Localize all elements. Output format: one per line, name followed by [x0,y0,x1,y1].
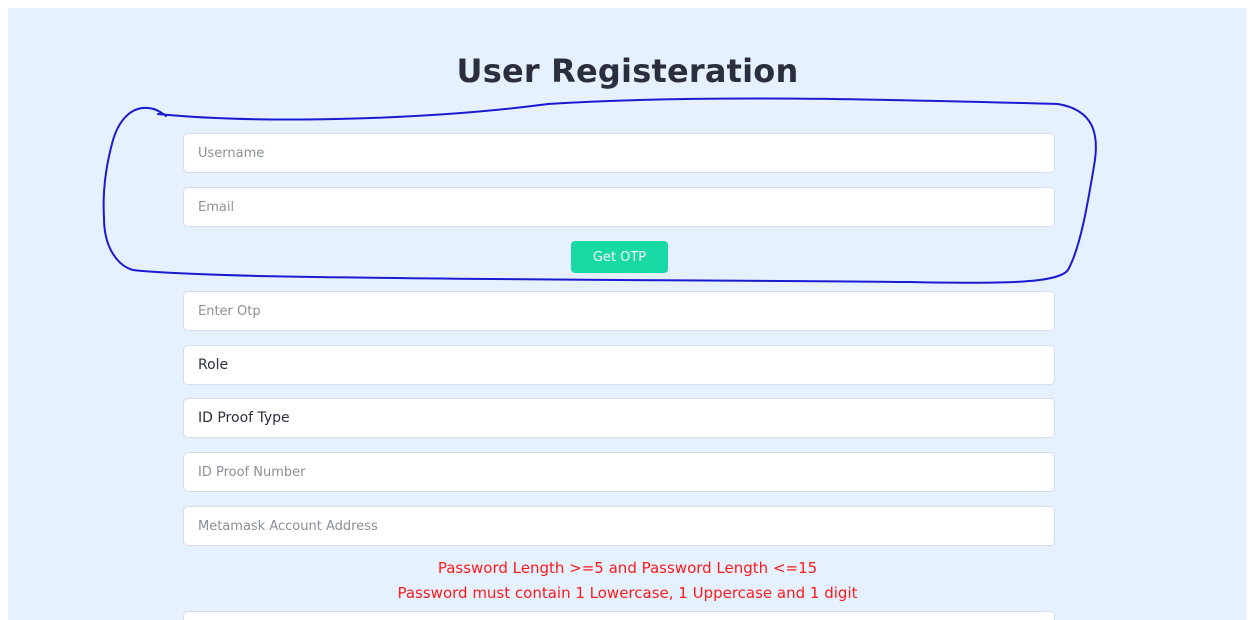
id-proof-number-input[interactable] [183,452,1055,492]
email-input[interactable] [183,187,1055,227]
get-otp-button[interactable]: Get OTP [571,241,668,273]
password-length-rule: Password Length >=5 and Password Length … [437,559,818,577]
id-proof-type-select[interactable]: ID Proof Type [183,398,1055,438]
role-select[interactable]: Role [183,345,1055,385]
metamask-address-input[interactable] [183,506,1055,546]
password-input[interactable] [183,611,1055,620]
page-title: User Registeration [456,52,799,90]
role-select-value: Role [198,357,229,373]
otp-input[interactable] [183,291,1055,331]
username-input[interactable] [183,133,1055,173]
registration-panel: User Registeration Get OTP Role ID Proof… [8,8,1247,620]
id-proof-type-select-value: ID Proof Type [198,410,290,426]
password-composition-rule: Password must contain 1 Lowercase, 1 Upp… [397,584,858,602]
